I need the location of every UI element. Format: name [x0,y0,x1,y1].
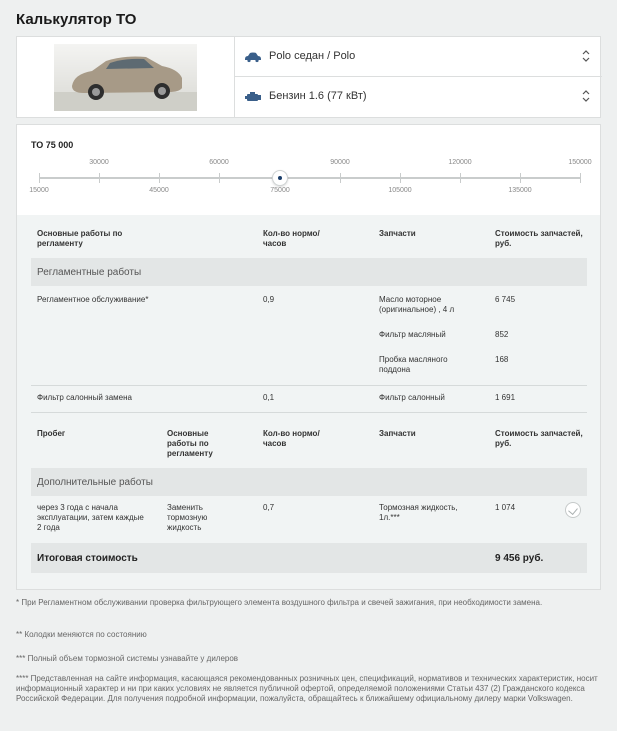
row-cost: 168 [495,355,509,364]
total-value: 9 456 руб. [495,553,544,564]
row-cost: 1 691 [495,393,516,402]
row-work: Заменить тормозную жидкость [167,503,208,532]
row-part: Пробка масляного поддона [379,355,448,374]
engine-select[interactable]: Бензин 1.6 (77 кВт) [235,77,602,117]
footnote: * При Регламентном обслуживании проверка… [16,598,543,607]
slider-tick [460,173,461,183]
tick-label-top: 150000 [568,159,592,166]
car-selection-card: Polo седан / Polo Бензин 1.6 (77 кВт) [16,36,602,118]
header-mileage: Пробег [37,429,66,438]
row-work: Регламентное обслуживание* [37,295,149,304]
car-icon [244,50,262,63]
select-arrows-icon [582,88,590,104]
slider-thumb[interactable] [271,170,288,186]
total-label: Итоговая стоимость [37,553,138,564]
car-image [54,44,197,111]
select-arrows-icon [582,48,590,64]
row-work: Фильтр салонный замена [37,393,132,402]
tick-label-top: 30000 [89,159,109,166]
slider-tick [520,173,521,183]
footnote: ** Колодки меняются по состоянию [16,630,147,639]
row-divider [31,385,587,386]
slider-tick [159,173,160,183]
header-parts: Запчасти [379,429,416,438]
slider-track[interactable] [39,177,581,179]
selectors: Polo седан / Polo Бензин 1.6 (77 кВт) [234,37,602,117]
header-cost: Стоимость запчастей, руб. [495,429,583,448]
tick-label-top: 90000 [330,159,350,166]
tick-label-top: 60000 [209,159,229,166]
model-select[interactable]: Polo седан / Polo [235,37,602,77]
header-parts: Запчасти [379,229,416,238]
mileage-label: ТО 75 000 [31,140,74,150]
header-hours: Кол-во нормо/часов [263,229,320,248]
row-hours: 0,1 [263,393,275,402]
slider-tick [39,173,40,183]
section-additional-works: Дополнительные работы [31,468,587,496]
section-title: Дополнительные работы [37,477,153,488]
footnote: *** Полный объем тормозной системы узнав… [16,654,239,663]
tick-label-bottom: 45000 [149,187,169,194]
header-cost: Стоимость запчастей, руб. [495,229,583,248]
slider-tick [400,173,401,183]
slider-tick [580,173,581,183]
header-works: Основные работы по регламенту [37,229,123,248]
row-part: Фильтр салонный [379,393,445,402]
page-title: Калькулятор ТО [16,11,137,28]
engine-icon [244,90,262,102]
tick-label-bottom: 75000 [270,187,290,194]
slider-tick [219,173,220,183]
engine-select-value: Бензин 1.6 (77 кВт) [269,90,367,102]
section-title: Регламентные работы [37,267,142,278]
row-cost: 1 074 [495,503,516,512]
row-part: Масло моторное (оригинальное) , 4 л [379,295,455,314]
slider-tick [340,173,341,183]
maintenance-table: Основные работы по регламенту Кол-во нор… [17,215,600,589]
row-mileage: через 3 года с начала эксплуатации, зате… [37,503,144,532]
row-cost: 852 [495,330,509,339]
tick-label-bottom: 105000 [388,187,412,194]
row-hours: 0,9 [263,295,275,304]
row-divider [31,412,587,413]
row-cost: 6 745 [495,295,516,304]
checkmark-icon[interactable] [565,502,581,518]
row-part: Тормозная жидкость, 1л.*** [379,503,458,522]
tick-label-top: 120000 [448,159,472,166]
section-regular-works: Регламентные работы [31,258,587,286]
total-row: Итоговая стоимость 9 456 руб. [31,543,587,573]
tick-label-bottom: 15000 [29,187,49,194]
slider-tick [99,173,100,183]
header-works: Основные работы по регламенту [167,429,213,458]
model-select-value: Polo седан / Polo [269,50,356,62]
header-hours: Кол-во нормо/часов [263,429,320,448]
mileage-slider[interactable]: 30000 60000 90000 120000 150000 15000 45… [17,151,602,215]
row-hours: 0,7 [263,503,275,512]
row-part: Фильтр масляный [379,330,446,339]
calculator-card: ТО 75 000 30000 60000 90000 120000 15000… [16,124,601,590]
footnote: **** Представленная на сайте информация,… [16,674,598,703]
tick-label-bottom: 135000 [508,187,532,194]
